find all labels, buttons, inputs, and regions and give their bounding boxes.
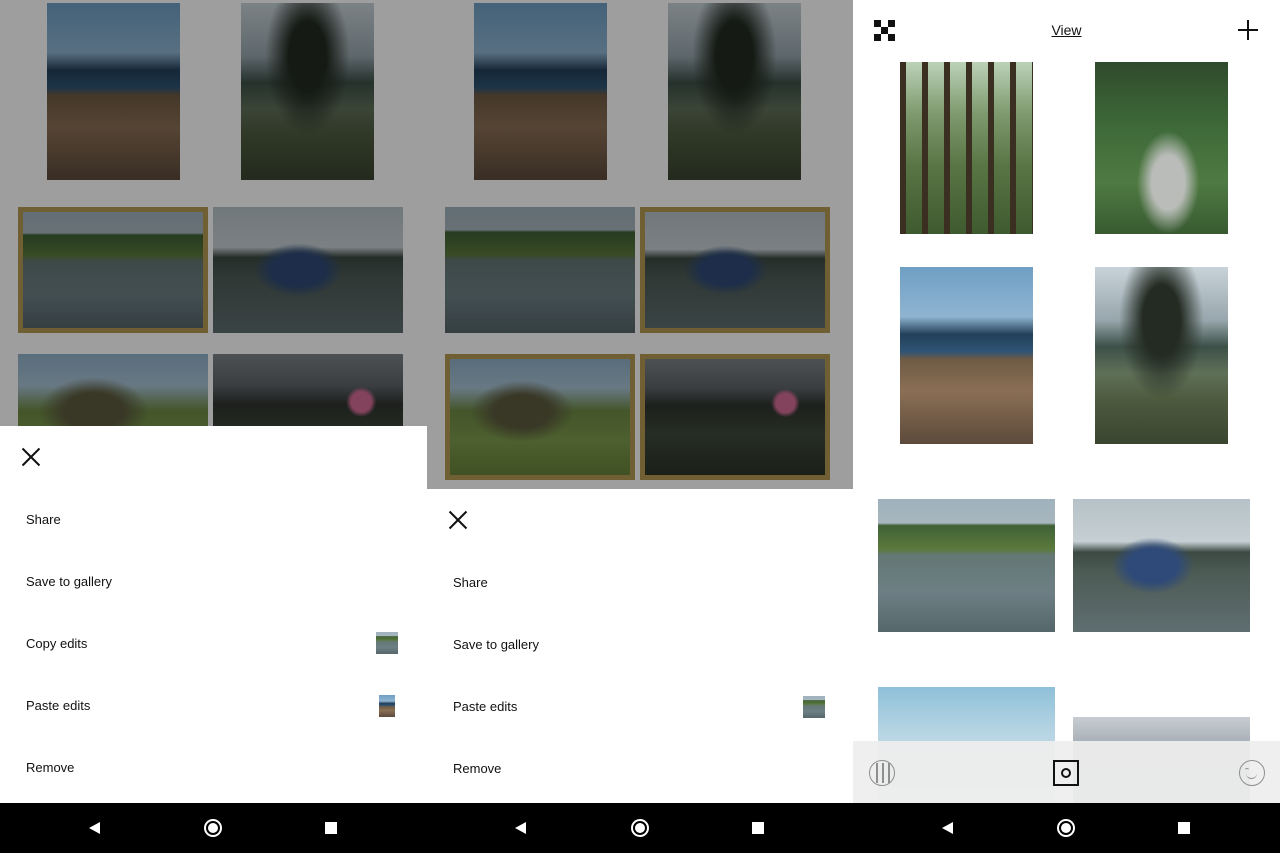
photo-thumbnail[interactable] bbox=[1095, 267, 1228, 444]
photo-thumbnail[interactable] bbox=[900, 267, 1033, 444]
studio-grid bbox=[853, 0, 1280, 853]
recents-icon[interactable] bbox=[1178, 822, 1190, 834]
view-link[interactable]: View bbox=[853, 22, 1280, 38]
photo-thumbnail[interactable] bbox=[668, 3, 801, 180]
photo-thumbnail[interactable] bbox=[474, 3, 607, 180]
back-icon[interactable] bbox=[942, 822, 953, 834]
menu-item-label: Save to gallery bbox=[26, 573, 112, 589]
menu-item-remove[interactable]: Remove bbox=[427, 748, 853, 788]
home-icon[interactable] bbox=[1057, 819, 1075, 837]
close-icon[interactable] bbox=[447, 509, 469, 531]
studio-tab-icon[interactable] bbox=[1053, 760, 1079, 786]
menu-item-remove[interactable]: Remove bbox=[0, 747, 427, 787]
menu-item-label: Save to gallery bbox=[453, 636, 539, 652]
menu-item-save-to-gallery[interactable]: Save to gallery bbox=[427, 624, 853, 664]
photo-thumbnail[interactable] bbox=[47, 3, 180, 180]
recents-icon[interactable] bbox=[752, 822, 764, 834]
home-icon[interactable] bbox=[204, 819, 222, 837]
menu-item-paste-edits[interactable]: Paste edits bbox=[427, 686, 853, 726]
menu-item-label: Share bbox=[26, 511, 61, 527]
home-icon[interactable] bbox=[631, 819, 649, 837]
copy-edits-thumbnail bbox=[376, 632, 398, 654]
paste-edits-thumbnail bbox=[803, 696, 825, 718]
photo-thumbnail[interactable] bbox=[213, 207, 403, 333]
photo-thumbnail[interactable] bbox=[1095, 62, 1228, 234]
feed-tab-icon[interactable] bbox=[869, 760, 895, 786]
photo-thumbnail-selected[interactable] bbox=[18, 207, 208, 333]
photo-thumbnail-selected[interactable] bbox=[640, 354, 830, 480]
menu-item-label: Remove bbox=[453, 760, 502, 776]
photo-thumbnail[interactable] bbox=[241, 3, 374, 180]
paste-edits-thumbnail bbox=[379, 695, 395, 717]
menu-item-label: Share bbox=[453, 574, 488, 590]
system-navbar bbox=[853, 803, 1280, 853]
app-header: View bbox=[853, 0, 1280, 60]
profile-tab-icon[interactable] bbox=[1239, 760, 1265, 786]
close-icon[interactable] bbox=[20, 446, 42, 468]
menu-item-share[interactable]: Share bbox=[0, 499, 427, 539]
panel-studio: View bbox=[853, 0, 1280, 853]
photo-thumbnail[interactable] bbox=[1073, 499, 1250, 632]
menu-item-label: Copy edits bbox=[26, 635, 88, 651]
recents-icon[interactable] bbox=[325, 822, 337, 834]
system-navbar bbox=[427, 803, 853, 853]
photo-thumbnail[interactable] bbox=[878, 499, 1055, 632]
menu-item-save-to-gallery[interactable]: Save to gallery bbox=[0, 561, 427, 601]
photo-thumbnail[interactable] bbox=[900, 62, 1033, 234]
panel-copy-edits: Share Save to gallery Copy edits Paste e… bbox=[0, 0, 427, 853]
photo-thumbnail-selected[interactable] bbox=[640, 207, 830, 333]
menu-item-label: Paste edits bbox=[26, 697, 91, 713]
back-icon[interactable] bbox=[89, 822, 100, 834]
menu-item-label: Remove bbox=[26, 759, 75, 775]
menu-item-label: Paste edits bbox=[453, 698, 518, 714]
menu-item-paste-edits[interactable]: Paste edits bbox=[0, 685, 427, 725]
panel-paste-edits: Share Save to gallery Paste edits Remove bbox=[427, 0, 853, 853]
menu-item-copy-edits[interactable]: Copy edits bbox=[0, 623, 427, 663]
photo-thumbnail[interactable] bbox=[445, 207, 635, 333]
bottom-tab-bar bbox=[853, 741, 1280, 803]
photo-thumbnail-selected[interactable] bbox=[445, 354, 635, 480]
system-navbar bbox=[0, 803, 427, 853]
action-sheet: Share Save to gallery Copy edits Paste e… bbox=[0, 426, 427, 803]
action-sheet: Share Save to gallery Paste edits Remove bbox=[427, 489, 853, 803]
plus-icon[interactable] bbox=[1238, 20, 1258, 40]
menu-item-share[interactable]: Share bbox=[427, 562, 853, 602]
back-icon[interactable] bbox=[515, 822, 526, 834]
